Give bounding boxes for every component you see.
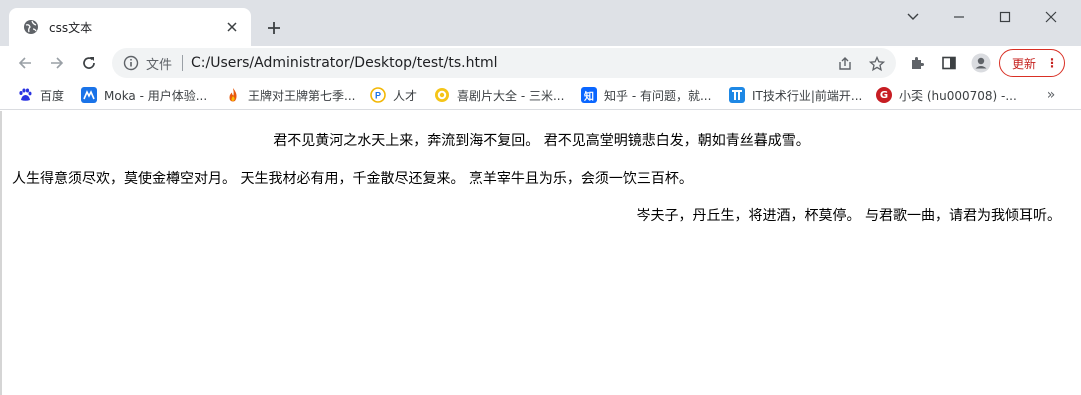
url-text[interactable]: C:/Users/Administrator/Desktop/test/ts.h… [191,55,497,71]
bookmark-label: 王牌对王牌第七季... [248,88,356,103]
zhihu-icon: 知 [581,87,597,103]
rencai-icon: P [370,87,386,103]
scheme-label: 文件 [146,57,173,73]
flame-icon [225,87,241,103]
address-bar[interactable]: 文件 C:/Users/Administrator/Desktop/test/t… [112,48,896,78]
gitee-icon: G [876,87,892,103]
it-icon [729,87,745,103]
baidu-paw-icon [17,87,33,103]
side-panel-icon[interactable] [938,52,960,74]
chevron-down-icon[interactable] [901,6,925,28]
update-button[interactable]: 更新 ⋮ [999,49,1065,77]
forward-button[interactable] [44,50,70,76]
moka-icon [81,87,97,103]
text-line-right: 岑夫子，丹丘生，将进酒，杯莫停。 与君歌一曲，请君为我倾耳听。 [636,208,1061,224]
profile-avatar-icon[interactable] [970,52,992,74]
back-button[interactable] [12,50,38,76]
tab-title: css文本 [49,20,93,35]
bookmark-label: 知乎 - 有问题，就... [604,88,712,103]
bookmark-moka[interactable]: Moka - 用户体验... [81,85,207,105]
tab-close-icon[interactable] [223,18,241,36]
globe-icon [23,19,39,35]
omnibox-divider [182,55,184,71]
bookmark-label: 小奀 (hu000708) -... [899,88,1017,103]
tab-strip: css文本 [0,0,1081,46]
update-button-label: 更新 [1012,56,1037,71]
bookmark-wangpai[interactable]: 王牌对王牌第七季... [225,85,355,105]
share-icon[interactable] [835,54,855,74]
smile-icon [434,87,450,103]
text-line-centered: 君不见黄河之水天上来，奔流到海不复回。 君不见高堂明镜悲白发，朝如青丝暮成雪。 [273,133,810,149]
bookmark-label: 人才 [393,88,418,103]
bookmark-baidu[interactable]: 百度 [17,85,64,105]
info-icon[interactable] [122,54,140,72]
svg-text:P: P [375,91,381,101]
bookmark-zhihu[interactable]: 知 知乎 - 有问题，就... [581,85,711,105]
more-vert-icon: ⋮ [1046,56,1059,70]
browser-toolbar: 文件 C:/Users/Administrator/Desktop/test/t… [0,46,1081,80]
bookmark-gitee[interactable]: G 小奀 (hu000708) -... [876,85,1017,105]
bookmark-xiju[interactable]: 喜剧片大全 - 三米... [434,85,564,105]
maximize-icon[interactable] [993,6,1017,28]
page-content: 君不见黄河之水天上来，奔流到海不复回。 君不见高堂明镜悲白发，朝如青丝暮成雪。 … [0,111,1081,395]
bookmark-it[interactable]: IT技术行业|前端开... [729,85,862,105]
reload-button[interactable] [76,50,102,76]
close-icon[interactable] [1039,6,1063,28]
minimize-icon[interactable] [947,6,971,28]
bookmarks-bar: 百度 Moka - 用户体验... 王牌对王牌第七季... P 人才 喜剧片大全… [0,80,1081,110]
extensions-puzzle-icon[interactable] [906,52,928,74]
bookmark-label: 喜剧片大全 - 三米... [457,88,565,103]
bookmark-label: Moka - 用户体验... [104,88,208,103]
text-line-left: 人生得意须尽欢，莫使金樽空对月。 天生我材必有用，千金散尽还复来。 烹羊宰牛且为… [12,171,693,187]
bookmark-label: 百度 [40,88,65,103]
bookmark-label: IT技术行业|前端开... [752,88,863,103]
bookmarks-overflow-chevron-icon[interactable]: » [1042,85,1060,105]
tab-active[interactable]: css文本 [9,8,251,46]
bookmark-star-icon[interactable] [867,54,887,74]
new-tab-button[interactable] [262,16,286,40]
bookmark-rencai[interactable]: P 人才 [370,85,417,105]
